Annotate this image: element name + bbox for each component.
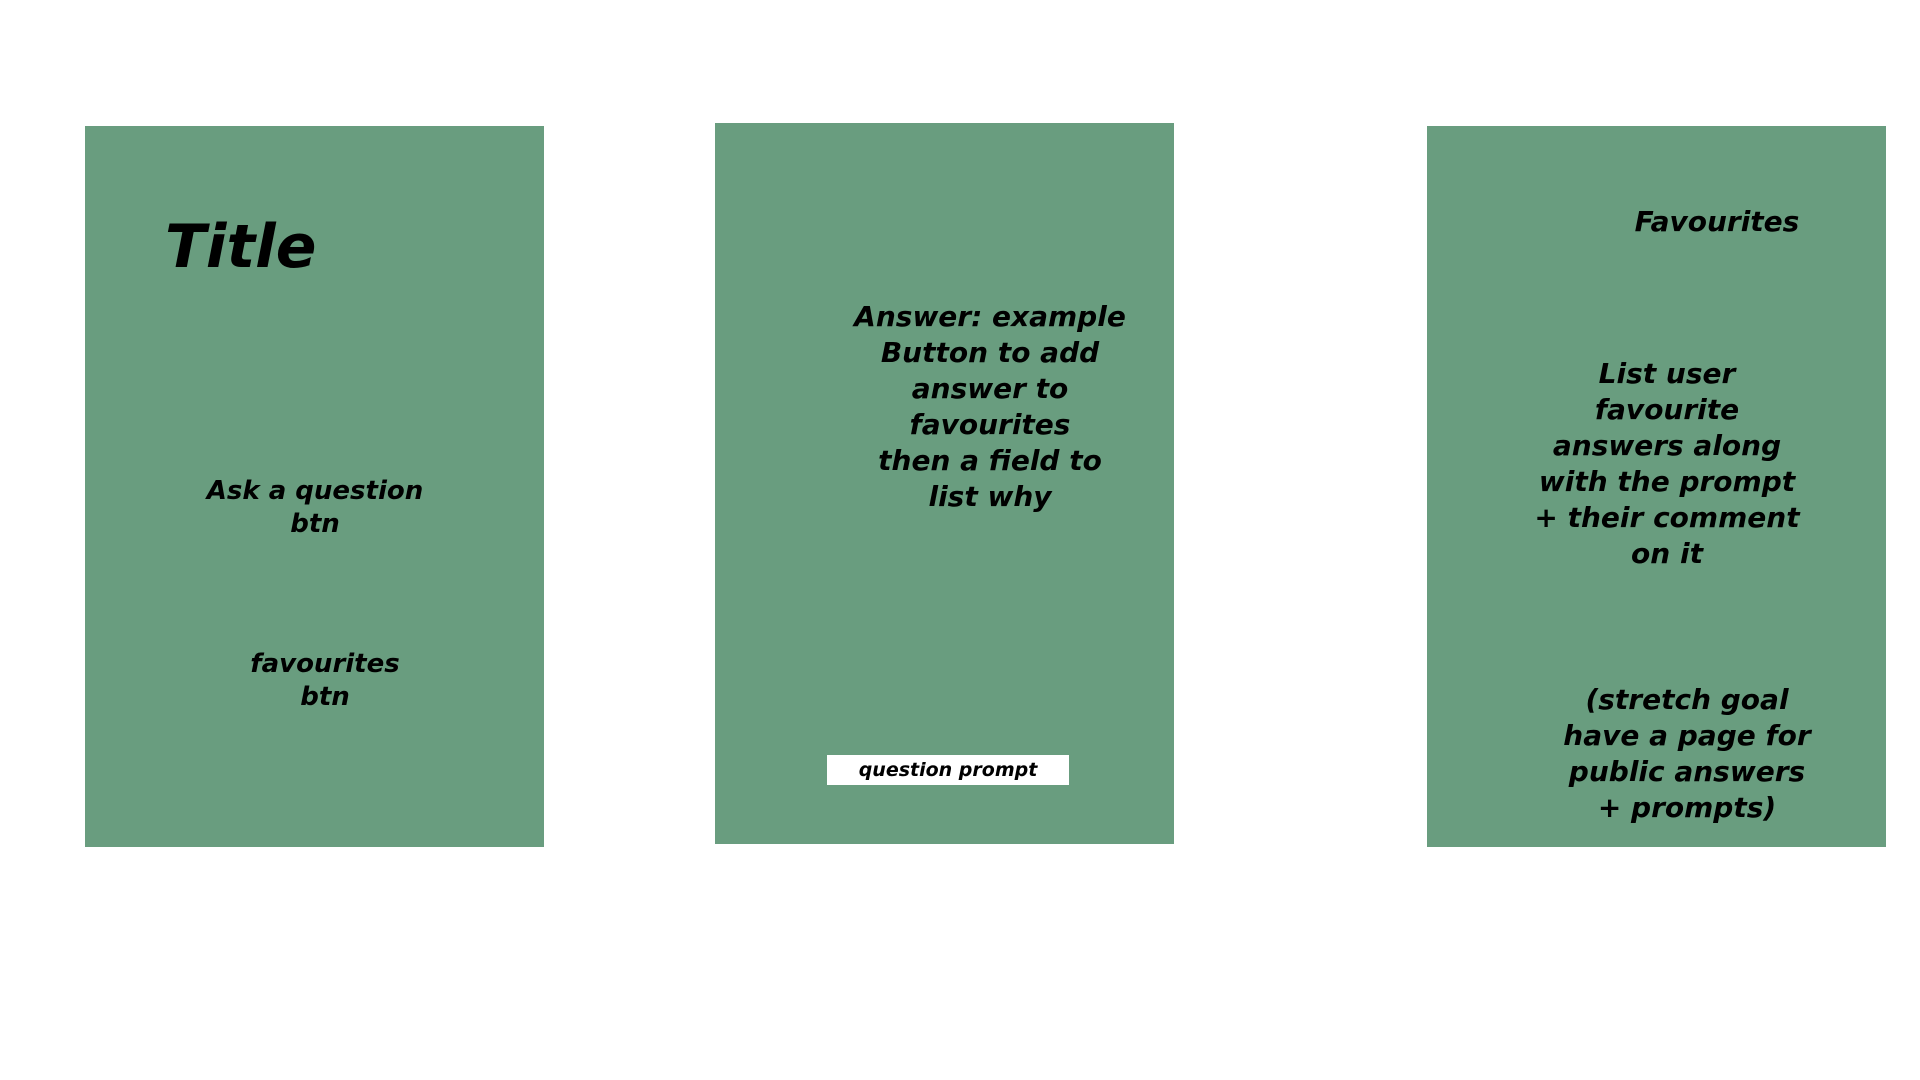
favourites-title: Favourites (1634, 205, 1800, 238)
stretch-goal-note: (stretch goal have a page for public ans… (1563, 683, 1811, 824)
favourites-list-description: List user favourite answers along with t… (1534, 357, 1800, 570)
answer-description: Answer: example Button to add answer to … (854, 300, 1126, 513)
favourites-button[interactable]: favourites btn (200, 648, 450, 714)
ask-question-button[interactable]: Ask a question btn (165, 475, 465, 541)
home-screen-panel: Title Ask a question btn favourites btn (85, 126, 544, 847)
favourites-screen-panel: Favourites List user favourite answers a… (1427, 126, 1886, 847)
question-prompt-field[interactable]: question prompt (827, 755, 1069, 785)
answer-screen-panel: Answer: example Button to add answer to … (715, 123, 1174, 844)
page-title: Title (165, 212, 317, 282)
